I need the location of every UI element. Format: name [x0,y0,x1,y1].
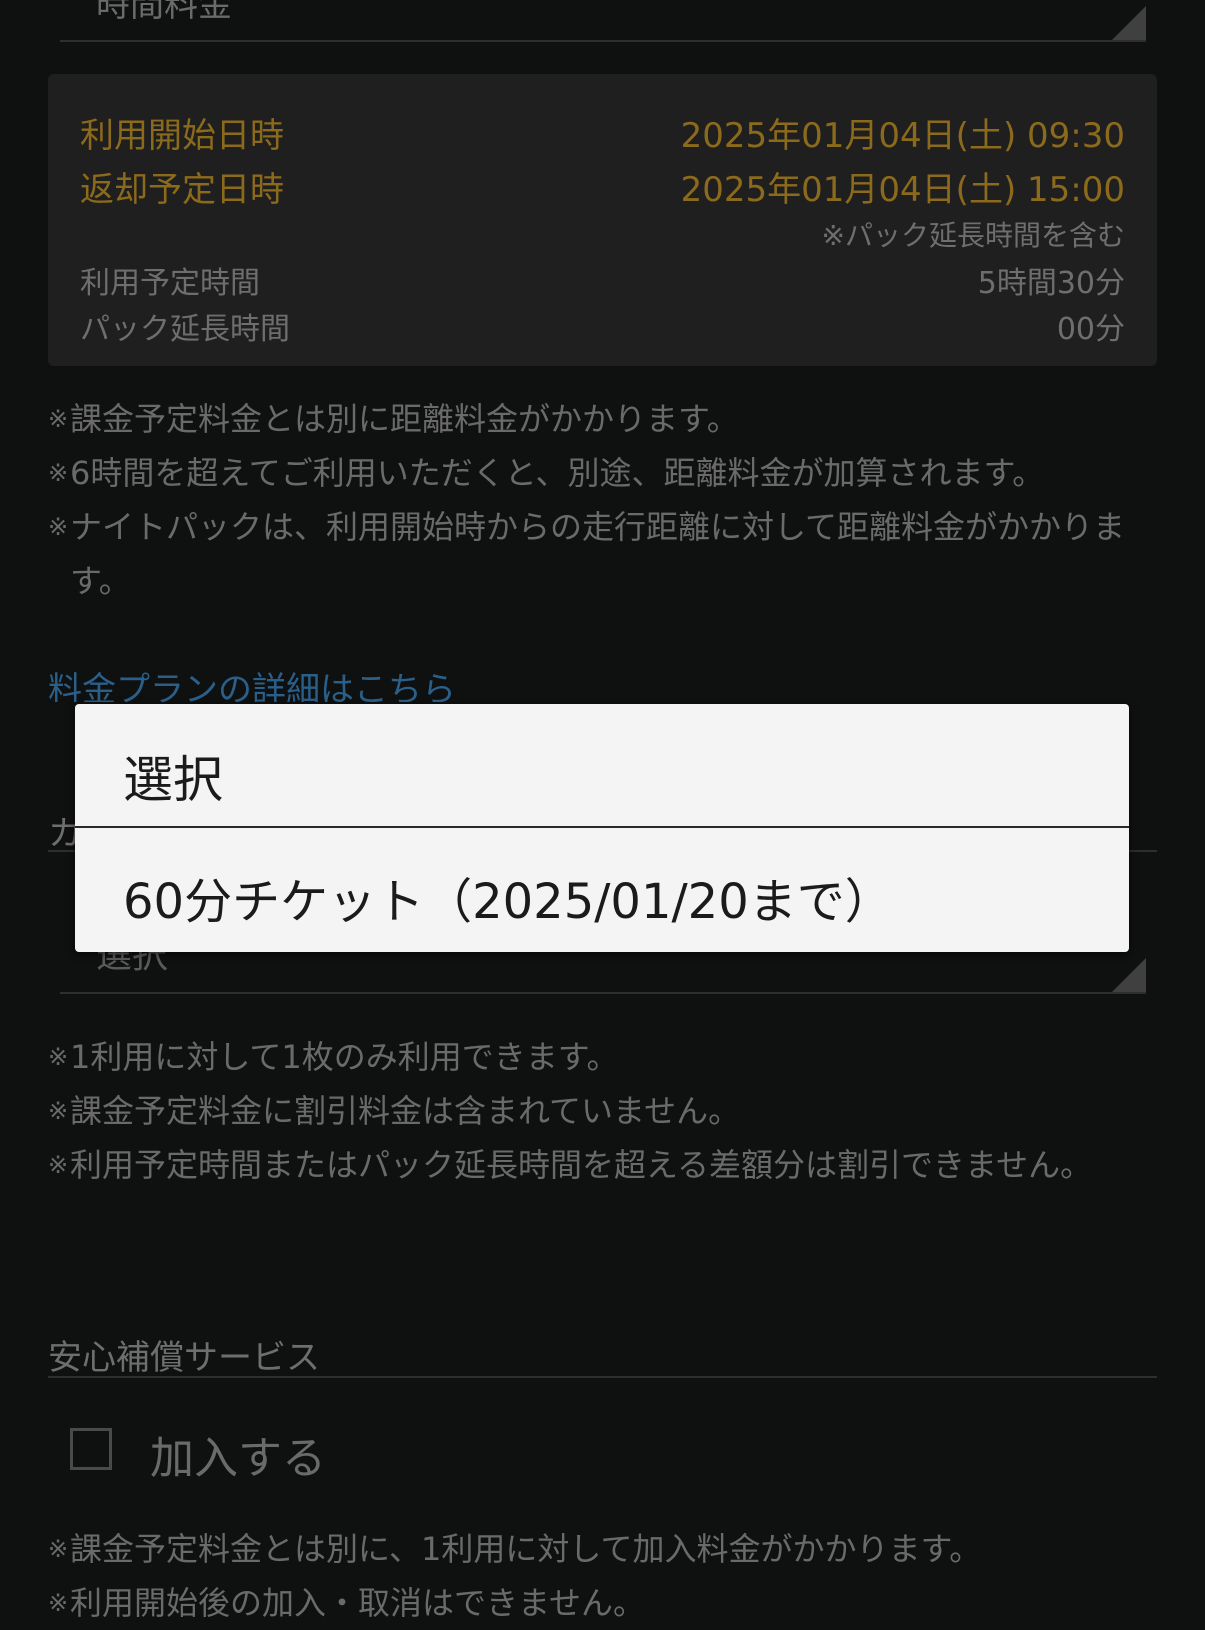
reservation-info-panel: 利用開始日時 2025年01月04日(土) 09:30 返却予定日時 2025年… [48,74,1157,366]
insurance-section-divider [48,1376,1157,1378]
dropdown-corner-icon [1112,6,1146,40]
insurance-checkbox[interactable] [70,1428,112,1470]
coupon-note: ※ 課金予定料金に割引料金は含まれていません。 [48,1092,741,1130]
reservation-screen: 時間料金 利用開始日時 2025年01月04日(土) 09:30 返却予定日時 … [0,0,1205,1622]
start-datetime-value: 2025年01月04日(土) 09:30 [680,116,1125,156]
insurance-checkbox-label[interactable]: 加入する [150,1422,326,1486]
dialog-option-ticket[interactable]: 60分チケット（2025/01/20まで） [75,828,1129,952]
extension-time-value: 00分 [1056,312,1125,347]
start-datetime-label: 利用開始日時 [80,116,284,156]
insurance-section-label: 安心補償サービス [48,1338,320,1378]
insurance-note: ※ 利用開始後の加入・取消はできません。 [48,1584,646,1622]
insurance-notes: ※ 課金予定料金とは別に、1利用に対して加入料金がかかります。 ※ 利用開始後の加入… [48,1522,1138,1630]
insurance-note: ※ 課金予定料金とは別に、1利用に対して加入料金がかかります。 [48,1530,982,1568]
rate-type-select[interactable]: 時間料金 [60,0,1146,42]
select-dialog: 選択 60分チケット（2025/01/20まで） [75,704,1129,952]
planned-time-label: 利用予定時間 [80,266,260,301]
pricing-notes: ※ 課金予定料金とは別に距離料金がかかります。 ※ 6時間を超えてご利用いただくと、… [48,392,1138,608]
pack-extension-note: ※パック延長時間を含む [821,219,1125,252]
return-datetime-value: 2025年01月04日(土) 15:00 [680,170,1125,210]
dialog-option-label: 60分チケット（2025/01/20まで） [123,874,893,930]
extension-time-label: パック延長時間 [80,312,290,347]
planned-time-value: 5時間30分 [977,266,1125,301]
coupon-note: ※ 利用予定時間またはパック延長時間を超える差額分は割引できません。 [48,1146,1093,1184]
dropdown-corner-icon [1112,958,1146,992]
coupon-note: ※ 1利用に対して1枚のみ利用できます。 [48,1038,619,1076]
pricing-note: ※ 課金予定料金とは別に距離料金がかかります。 [48,400,739,438]
pricing-plan-link[interactable]: 料金プランの詳細はこちら [48,662,456,702]
pricing-note: ※ ナイトパックは、利用開始時からの走行距離に対して距離料金がかかります。 [48,508,1126,600]
return-datetime-label: 返却予定日時 [80,170,284,210]
rate-type-value: 時間料金 [96,0,232,25]
pricing-note: ※ 6時間を超えてご利用いただくと、別途、距離料金が加算されます。 [48,454,1045,492]
coupon-notes: ※ 1利用に対して1枚のみ利用できます。 ※ 課金予定料金に割引料金は含まれていませ… [48,1030,1138,1192]
dialog-title: 選択 [123,751,223,809]
